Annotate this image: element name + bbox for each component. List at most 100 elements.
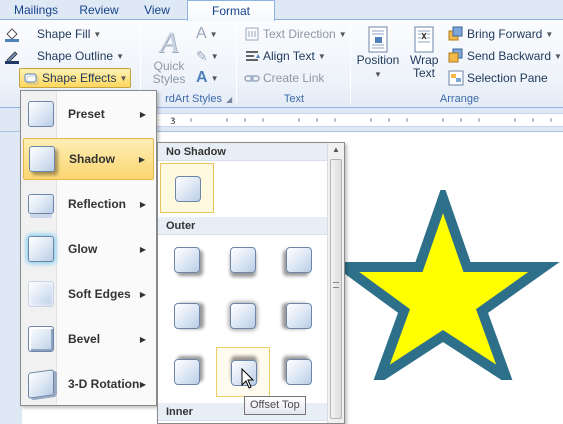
position-label: Position ▼ (356, 53, 400, 80)
text-outline-icon: ✎ (196, 47, 208, 64)
scroll-up-icon[interactable]: ▲ (332, 145, 340, 154)
submenu-arrow-icon: ▶ (138, 154, 145, 164)
shadow-thumbnail-icon (174, 303, 200, 329)
shape-effects-menu: Preset ▶ Shadow ▶ Reflection ▶ Glow ▶ So… (20, 90, 157, 406)
shadow-thumbnail-icon (174, 359, 200, 385)
tab-view[interactable]: View (134, 0, 180, 20)
menu-item-label: Preset (68, 107, 105, 121)
shape-effects-button[interactable]: Shape Effects ▼ (19, 68, 132, 88)
text-direction-button[interactable]: Text Direction ▼ (244, 24, 347, 44)
preset-thumbnail-icon (28, 101, 54, 127)
shadow-option-outer[interactable] (160, 347, 214, 397)
menu-item-preset[interactable]: Preset ▶ (23, 93, 154, 135)
menu-item-3d-rotation[interactable]: 3-D Rotation ▶ (23, 363, 154, 405)
shadow-thumbnail-icon (175, 176, 201, 202)
text-outline-button[interactable]: ✎ ▼ (196, 46, 219, 66)
shadow-option-outer[interactable] (272, 291, 326, 341)
menu-item-label: Shadow (69, 152, 116, 166)
star-shape[interactable] (340, 190, 560, 380)
menu-item-shadow[interactable]: Shadow ▶ (23, 138, 154, 180)
wordart-a-icon: A (159, 26, 179, 59)
menu-item-label: Bevel (68, 332, 101, 346)
shape-effects-label: Shape Effects (42, 71, 117, 85)
tab-format[interactable]: Format (187, 0, 275, 21)
group-separator (236, 24, 237, 104)
quick-styles-label: Quick Styles (152, 59, 186, 86)
tab-mailings[interactable]: Mailings (8, 0, 64, 20)
menu-item-bevel[interactable]: Bevel ▶ (23, 318, 154, 360)
group-separator (350, 24, 351, 104)
shape-fill-button[interactable]: Shape Fill ▼ (4, 24, 101, 44)
menu-item-label: Soft Edges (68, 287, 131, 301)
bring-forward-icon (448, 26, 464, 42)
position-button[interactable]: Position ▼ (356, 26, 400, 81)
section-no-shadow: No Shadow (158, 143, 328, 161)
shadow-option-outer[interactable] (160, 235, 214, 285)
document-margin (0, 132, 22, 424)
soft-edges-thumbnail-icon (28, 281, 54, 307)
menu-item-label: Reflection (68, 197, 127, 211)
paint-bucket-icon (4, 26, 20, 42)
section-outer: Outer (158, 217, 328, 235)
send-backward-button[interactable]: Send Backward ▼ (448, 46, 562, 66)
tooltip: Offset Top (244, 396, 306, 415)
bevel-thumbnail-icon (28, 326, 54, 352)
shadow-option-outer[interactable] (272, 235, 326, 285)
gallery-scrollbar[interactable]: ▲ (327, 143, 344, 423)
submenu-arrow-icon: ▶ (139, 244, 146, 254)
shadow-option-outer[interactable] (216, 235, 270, 285)
pen-icon (4, 48, 20, 64)
submenu-arrow-icon: ▶ (139, 289, 146, 299)
create-link-button[interactable]: Create Link (244, 68, 324, 88)
shadow-thumbnail-icon (286, 359, 312, 385)
submenu-arrow-icon: ▶ (139, 109, 146, 119)
reflection-thumbnail-icon (28, 194, 54, 214)
wrap-text-button[interactable]: Wrap Text (404, 26, 444, 80)
create-link-label: Create Link (263, 71, 325, 85)
wrap-text-icon (413, 26, 435, 54)
arrange-group-label: Arrange (439, 93, 480, 105)
shadow-option-outer[interactable] (160, 291, 214, 341)
mouse-pointer-icon (241, 368, 255, 389)
shadow-option-outer[interactable] (272, 347, 326, 397)
menu-item-soft-edges[interactable]: Soft Edges ▶ (23, 273, 154, 315)
dialog-launcher-icon[interactable]: ◢ (226, 95, 232, 104)
position-icon (367, 26, 389, 54)
ruler-ticks: 3 (170, 117, 552, 127)
shape-outline-label: Shape Outline (37, 49, 114, 63)
align-text-icon (244, 48, 260, 64)
scrollbar-thumb[interactable] (330, 159, 342, 419)
tab-review[interactable]: Review (72, 0, 126, 20)
align-text-button[interactable]: Align Text ▼ (244, 46, 326, 66)
wrap-text-label: Wrap Text (410, 53, 439, 80)
menu-item-label: 3-D Rotation (68, 377, 140, 391)
bring-forward-label: Bring Forward (467, 27, 543, 41)
3d-rotation-thumbnail-icon (28, 369, 54, 399)
shadow-thumbnail-icon (174, 247, 200, 273)
grip-icon (333, 282, 339, 288)
text-effects-button[interactable]: A ▼ (196, 68, 218, 88)
link-icon (244, 70, 260, 86)
submenu-arrow-icon: ▶ (139, 334, 146, 344)
menu-item-reflection[interactable]: Reflection ▶ (23, 183, 154, 225)
svg-text:3: 3 (170, 117, 176, 126)
selection-pane-button[interactable]: Selection Pane (448, 68, 548, 88)
shadow-option-none[interactable] (160, 163, 214, 213)
submenu-arrow-icon: ▶ (139, 199, 146, 209)
glow-thumbnail-icon (28, 236, 54, 262)
shape-effects-icon (23, 70, 39, 86)
wordart-styles-group-label: rdArt Styles (165, 93, 222, 105)
send-backward-label: Send Backward (467, 49, 552, 63)
shadow-option-outer[interactable] (216, 291, 270, 341)
shadow-thumbnail-icon (29, 146, 55, 172)
menu-item-glow[interactable]: Glow ▶ (23, 228, 154, 270)
align-text-label: Align Text (263, 49, 315, 63)
ribbon-tab-bar: Mailings Review View Format (0, 0, 563, 21)
quick-styles-button[interactable]: A Quick Styles (146, 26, 192, 86)
shadow-thumbnail-icon (230, 247, 256, 273)
bring-forward-button[interactable]: Bring Forward ▼ (448, 24, 553, 44)
submenu-arrow-icon: ▶ (139, 379, 146, 389)
shape-outline-button[interactable]: Shape Outline ▼ (4, 46, 124, 66)
text-fill-button[interactable]: A ▼ (196, 24, 218, 44)
menu-item-label: Glow (68, 242, 98, 256)
